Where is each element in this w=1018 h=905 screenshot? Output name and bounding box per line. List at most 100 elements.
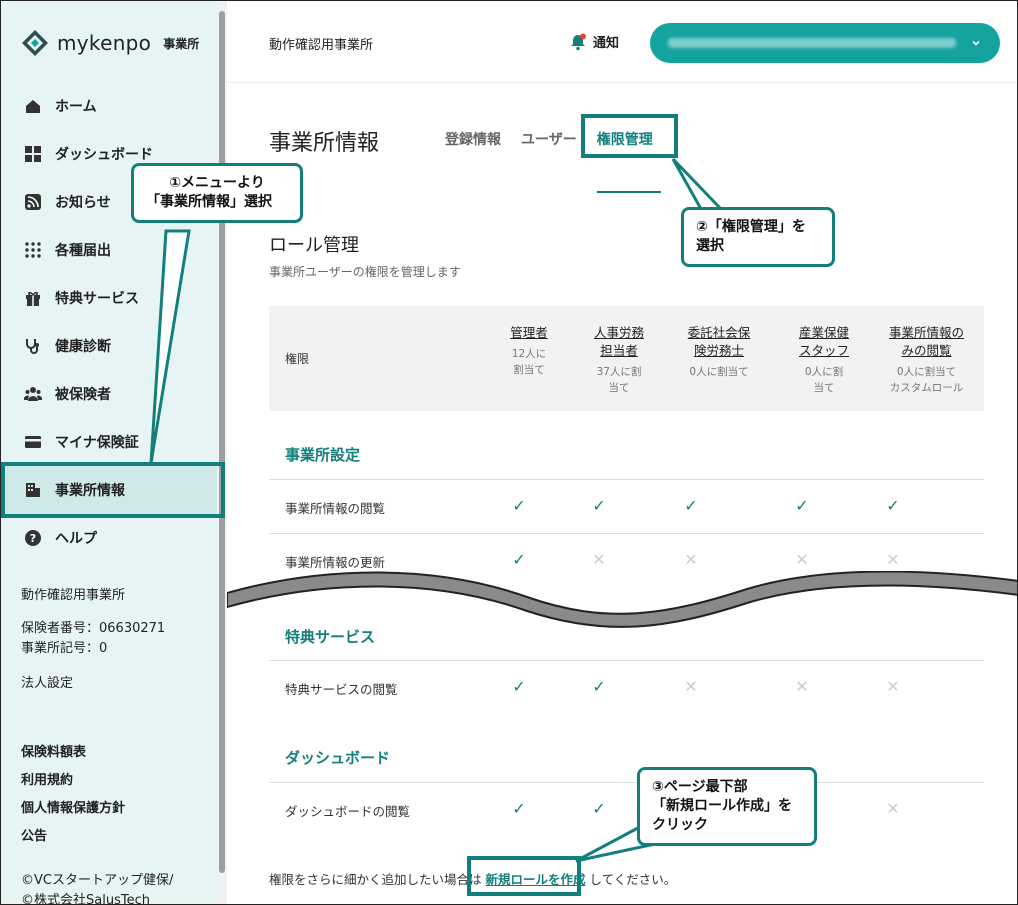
cross-icon: ✕ bbox=[795, 550, 809, 569]
annotation-line: 選択 bbox=[696, 238, 724, 254]
notification-label: 通知 bbox=[593, 36, 620, 51]
column-assign-count: 0人に割当て bbox=[669, 364, 769, 380]
dashboard-icon bbox=[23, 144, 43, 164]
sidebar-link-notice[interactable]: 公告 bbox=[21, 827, 47, 847]
page-title: 事業所情報 bbox=[269, 131, 380, 156]
screenshot-frame: mykenpo 事業所 ホーム ダッシュボード お知らせ 各種届出 特典サービス… bbox=[0, 0, 1018, 905]
logo-text: mykenpo bbox=[57, 31, 152, 55]
column-header-admin[interactable]: 管理者 12人に 割当て bbox=[494, 324, 564, 378]
table-row: 事業所情報の更新 ✓ ✕ ✕ ✕ ✕ bbox=[269, 533, 984, 587]
cross-icon: ✕ bbox=[684, 550, 698, 569]
sidebar-item-my-number-card[interactable]: マイナ保険証 bbox=[1, 418, 217, 466]
sidebar: mykenpo 事業所 ホーム ダッシュボード お知らせ 各種届出 特典サービス… bbox=[1, 1, 217, 905]
column-header-occupational-health[interactable]: 産業保健 スタッフ 0人に割当て bbox=[779, 324, 869, 396]
annotation-line: クリック bbox=[652, 817, 708, 833]
column-name: 管理者 bbox=[510, 325, 548, 340]
bell-icon bbox=[571, 33, 586, 50]
check-icon: ✓ bbox=[512, 550, 526, 569]
notification-button[interactable]: 通知 bbox=[569, 32, 619, 51]
sidebar-item-health-check[interactable]: 健康診断 bbox=[1, 322, 217, 370]
check-icon: ✓ bbox=[592, 496, 606, 515]
sidebar-insurer-number: 保険者番号：06630271 bbox=[21, 621, 166, 636]
group-title-office-settings: 事業所設定 bbox=[285, 446, 361, 464]
sidebar-item-forms[interactable]: 各種届出 bbox=[1, 226, 217, 274]
check-icon: ✓ bbox=[512, 677, 526, 696]
column-sub-line: 12人に bbox=[511, 348, 547, 360]
check-icon: ✓ bbox=[795, 496, 809, 515]
sidebar-scrollbar[interactable] bbox=[217, 1, 227, 904]
card-icon bbox=[23, 432, 43, 452]
logo[interactable]: mykenpo 事業所 bbox=[21, 29, 199, 57]
check-icon: ✓ bbox=[592, 799, 606, 818]
topbar-org-name: 動作確認用事業所 bbox=[269, 38, 374, 53]
sidebar-copyright-2: ©株式会社SalusTech bbox=[21, 893, 150, 905]
sidebar-item-benefits[interactable]: 特典サービス bbox=[1, 274, 217, 322]
cross-icon: ✕ bbox=[886, 550, 900, 569]
tab-registration-info[interactable]: 登録情報 bbox=[445, 129, 511, 149]
account-menu-button[interactable] bbox=[650, 23, 1000, 63]
active-tab-underline bbox=[597, 191, 661, 193]
gift-icon bbox=[23, 288, 43, 308]
rss-icon bbox=[23, 192, 43, 212]
tab-users[interactable]: ユーザー bbox=[521, 129, 587, 149]
sidebar-item-insured[interactable]: 被保険者 bbox=[1, 370, 217, 418]
header-permission-label: 権限 bbox=[285, 352, 310, 366]
highlight-office-info bbox=[1, 462, 225, 518]
footer-note-pre: 権限をさらに細かく追加したい場合は bbox=[269, 872, 482, 887]
sidebar-item-help[interactable]: ? ヘルプ bbox=[1, 514, 217, 562]
sidebar-org-name: 動作確認用事業所 bbox=[21, 588, 126, 603]
sidebar-item-label: 健康診断 bbox=[55, 339, 111, 355]
annotation-line: 「事業所情報」選択 bbox=[146, 194, 272, 210]
home-icon bbox=[23, 96, 43, 116]
check-icon: ✓ bbox=[512, 496, 526, 515]
topbar: 動作確認用事業所 通知 bbox=[227, 1, 1017, 83]
sidebar-item-label: ダッシュボード bbox=[55, 147, 153, 163]
sidebar-link-privacy[interactable]: 個人情報保護方針 bbox=[21, 799, 125, 819]
table-row: 事業所情報の閲覧 ✓ ✓ ✓ ✓ ✓ bbox=[269, 479, 984, 533]
column-assign-count: 0人に割当て bbox=[779, 364, 869, 396]
column-name-line: 事業所情報の bbox=[888, 325, 964, 340]
sidebar-link-premium-table[interactable]: 保険料額表 bbox=[21, 743, 86, 763]
sidebar-item-home[interactable]: ホーム bbox=[1, 82, 217, 130]
scrollbar-thumb[interactable] bbox=[219, 11, 225, 873]
sidebar-corp-settings-link[interactable]: 法人設定 bbox=[21, 674, 73, 694]
column-sub-line: 当て bbox=[813, 382, 835, 394]
column-name: 委託社会保 険労務士 bbox=[669, 324, 769, 360]
check-icon: ✓ bbox=[886, 496, 900, 515]
sidebar-copyright-1: ©VCスタートアップ健保/ bbox=[21, 873, 174, 888]
footer-note-post: してください。 bbox=[589, 872, 677, 887]
sidebar-item-label: 各種届出 bbox=[55, 243, 111, 259]
cross-icon: ✕ bbox=[886, 799, 900, 818]
column-sub-line: 0人に割 bbox=[804, 366, 844, 378]
help-icon: ? bbox=[23, 528, 43, 548]
column-sub-line: 0人に割当て bbox=[896, 366, 957, 378]
column-header-sharoushi[interactable]: 委託社会保 険労務士 0人に割当て bbox=[669, 324, 769, 380]
annotation-line: 「新規ロール作成」を bbox=[652, 798, 792, 814]
annotation-step2: ②「権限管理」を 選択 bbox=[681, 207, 835, 267]
column-header-view-only[interactable]: 事業所情報の みの閲覧 0人に割当て カスタムロール bbox=[874, 324, 979, 396]
annotation-line: ①メニューより bbox=[169, 175, 265, 191]
logo-sub: 事業所 bbox=[163, 36, 200, 51]
cross-icon: ✕ bbox=[684, 677, 698, 696]
column-name: 人事労務 担当者 bbox=[574, 324, 664, 360]
cross-icon: ✕ bbox=[592, 550, 606, 569]
column-name: 事業所情報の みの閲覧 bbox=[874, 324, 979, 360]
group-title-dashboard: ダッシュボード bbox=[285, 749, 391, 767]
cross-icon: ✕ bbox=[795, 677, 809, 696]
annotation-line: ③ページ最下部 bbox=[652, 779, 748, 795]
column-name-line: 産業保健 bbox=[798, 325, 849, 340]
sidebar-item-label: 被保険者 bbox=[55, 387, 111, 403]
row-label: ダッシュボードの閲覧 bbox=[285, 804, 411, 819]
column-sub-line: 37人に割 bbox=[596, 366, 642, 378]
check-icon: ✓ bbox=[592, 677, 606, 696]
column-sub-line: カスタムロール bbox=[889, 382, 964, 394]
column-assign-count: 37人に割 当て bbox=[574, 364, 664, 396]
logo-mark-icon bbox=[22, 30, 48, 56]
column-sub-line: 0人に割当て bbox=[689, 366, 749, 378]
column-header-hr[interactable]: 人事労務 担当者 37人に割 当て bbox=[574, 324, 664, 396]
highlight-permissions-tab bbox=[581, 114, 678, 158]
sidebar-link-terms[interactable]: 利用規約 bbox=[21, 771, 73, 791]
annotation-line: ②「権限管理」を bbox=[696, 219, 806, 235]
column-name: 産業保健 スタッフ bbox=[779, 324, 869, 360]
column-assign-count: 0人に割当て カスタムロール bbox=[874, 364, 979, 396]
